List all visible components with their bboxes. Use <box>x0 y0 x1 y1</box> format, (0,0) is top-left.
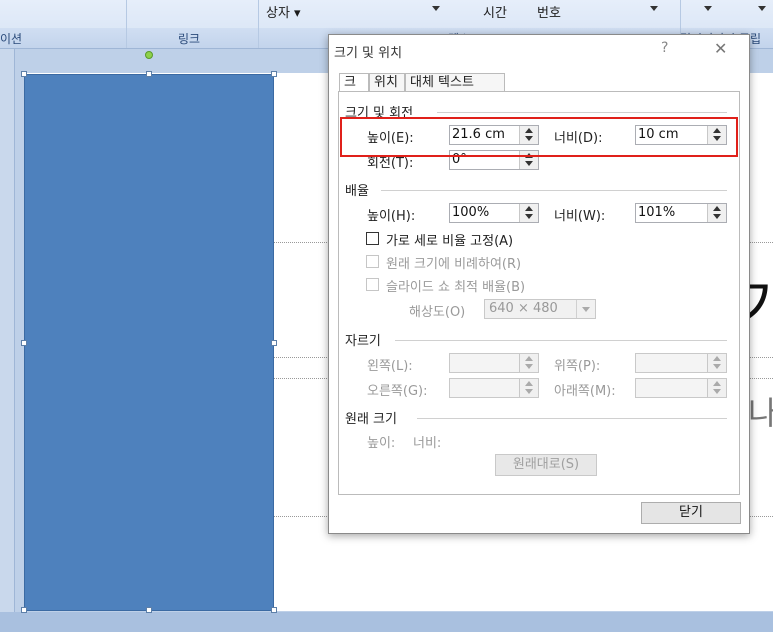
chevron-down-icon[interactable] <box>704 6 712 11</box>
crop-right-spin-buttons[interactable] <box>519 379 538 397</box>
spin-down-icon[interactable] <box>525 389 533 394</box>
crop-bottom-spinner[interactable] <box>635 378 727 398</box>
relative-original-label: 원래 크기에 비례하여(R) <box>386 257 522 272</box>
reset-button[interactable]: 원래대로(S) <box>495 454 597 476</box>
lock-aspect-label[interactable]: 가로 세로 비율 고정(A) <box>386 230 513 249</box>
tab-position[interactable]: 위치 <box>369 73 405 91</box>
section-divider <box>437 112 727 113</box>
spin-down-icon[interactable] <box>713 364 721 369</box>
lock-aspect-checkbox[interactable] <box>366 232 379 245</box>
resize-handle[interactable] <box>146 607 152 613</box>
resize-handle[interactable] <box>21 71 27 77</box>
scale-width-spin-buttons[interactable] <box>707 204 726 222</box>
tab-alt-text[interactable]: 대체 텍스트 <box>405 73 505 91</box>
scale-height-spin-buttons[interactable] <box>519 204 538 222</box>
spin-up-icon[interactable] <box>713 356 721 361</box>
section-divider <box>381 190 727 191</box>
crop-left-label: 왼쪽(L): <box>367 359 413 374</box>
resize-handle[interactable] <box>21 607 27 613</box>
section-original-size: 원래 크기 <box>345 412 397 427</box>
spin-up-icon[interactable] <box>713 381 721 386</box>
resize-handle[interactable] <box>271 340 277 346</box>
spin-up-icon[interactable] <box>525 381 533 386</box>
ribbon-separator <box>126 0 127 48</box>
scale-height-spinner[interactable]: 100% <box>449 203 539 223</box>
scale-height-value[interactable]: 100% <box>452 205 489 220</box>
dialog-title: 크기 및 위치 <box>334 46 403 61</box>
crop-bottom-label: 아래쪽(M): <box>554 384 616 399</box>
crop-left-spin-buttons[interactable] <box>519 354 538 372</box>
best-scale-checkbox[interactable] <box>366 278 379 291</box>
size-position-dialog: 크기 및 위치 ? ✕ 크기 위치 대체 텍스트 크기 및 회전 높이(E): … <box>328 34 750 534</box>
spin-up-icon[interactable] <box>525 206 533 211</box>
crop-top-label: 위쪽(P): <box>554 359 601 374</box>
resolution-select[interactable]: 640 × 480 <box>484 299 596 319</box>
workspace-bottom-band <box>0 612 773 632</box>
original-width-label: 너비: <box>413 436 442 451</box>
resize-handle[interactable] <box>271 607 277 613</box>
spin-down-icon[interactable] <box>713 214 721 219</box>
relative-original-checkbox[interactable] <box>366 255 379 268</box>
crop-left-spinner[interactable] <box>449 353 539 373</box>
section-divider <box>417 418 727 419</box>
tab-size[interactable]: 크기 <box>339 73 369 108</box>
scale-width-spinner[interactable]: 101% <box>635 203 727 223</box>
spin-up-icon[interactable] <box>713 206 721 211</box>
resize-handle[interactable] <box>271 71 277 77</box>
scale-width-label: 너비(W): <box>554 209 606 224</box>
section-scale: 배율 <box>345 184 369 199</box>
crop-top-spin-buttons[interactable] <box>707 354 726 372</box>
ribbon-group-animation: 이션 <box>0 32 23 46</box>
ribbon-separator <box>258 0 259 48</box>
section-crop: 자르기 <box>345 334 381 349</box>
resize-handle[interactable] <box>146 71 152 77</box>
chevron-down-icon[interactable] <box>582 307 590 312</box>
ribbon-number-button[interactable]: 번호 <box>537 2 561 21</box>
ribbon-time-button[interactable]: 시간 <box>483 2 507 21</box>
crop-top-spinner[interactable] <box>635 353 727 373</box>
crop-bottom-spin-buttons[interactable] <box>707 379 726 397</box>
chevron-down-icon[interactable] <box>758 6 766 11</box>
section-divider <box>395 340 727 341</box>
spin-up-icon[interactable] <box>525 356 533 361</box>
chevron-down-icon[interactable] <box>650 6 658 11</box>
close-icon[interactable]: ✕ <box>714 39 727 58</box>
close-button[interactable]: 닫기 <box>641 502 741 524</box>
ribbon-textbox-button[interactable]: 상자 ▾ <box>266 2 301 21</box>
resolution-value[interactable]: 640 × 480 <box>489 301 558 316</box>
chevron-down-icon[interactable] <box>432 6 440 11</box>
ribbon-group-links: 링크 <box>178 32 201 46</box>
crop-right-spinner[interactable] <box>449 378 539 398</box>
highlight-annotation <box>340 117 738 157</box>
selected-rectangle-shape[interactable] <box>24 74 274 611</box>
best-scale-label: 슬라이드 쇼 최적 배율(B) <box>386 280 526 295</box>
scale-width-value[interactable]: 101% <box>638 205 675 220</box>
scale-height-label: 높이(H): <box>367 209 416 224</box>
rotation-handle[interactable] <box>145 51 153 59</box>
spin-down-icon[interactable] <box>525 364 533 369</box>
original-height-label: 높이: <box>367 436 396 451</box>
resolution-label: 해상도(O) <box>409 305 466 320</box>
resize-handle[interactable] <box>21 340 27 346</box>
spin-down-icon[interactable] <box>525 214 533 219</box>
slide-subtitle-text[interactable]: 나 <box>748 388 773 434</box>
chevron-down-icon[interactable] <box>576 300 595 318</box>
help-icon[interactable]: ? <box>661 40 668 56</box>
crop-right-label: 오른쪽(G): <box>367 384 428 399</box>
spin-down-icon[interactable] <box>525 161 533 166</box>
slide-thumbnail-pane[interactable] <box>0 49 15 632</box>
spin-down-icon[interactable] <box>713 389 721 394</box>
